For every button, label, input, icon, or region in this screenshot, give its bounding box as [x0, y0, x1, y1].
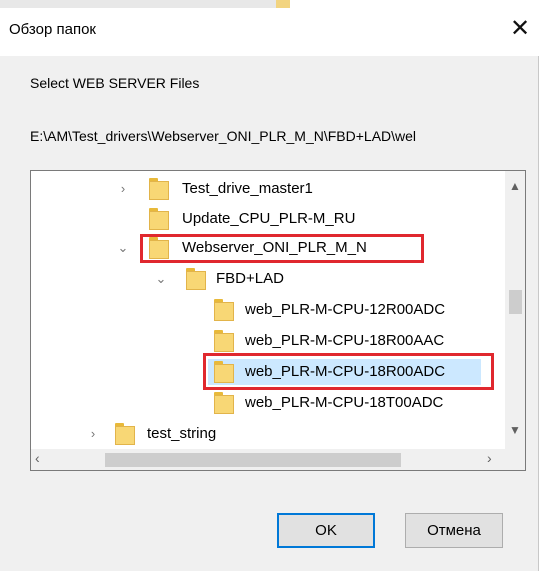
folder-icon — [149, 208, 169, 230]
tree-item-label: Test_drive_master1 — [182, 180, 313, 197]
background-window-strip — [0, 0, 276, 8]
scroll-left-icon[interactable]: ‹ — [35, 450, 40, 466]
chevron-down-icon[interactable]: ⌄ — [116, 235, 130, 261]
tree-item-label: web_PLR-M-CPU-12R00ADC — [245, 301, 446, 318]
folder-icon — [214, 330, 234, 352]
horizontal-scrollbar[interactable]: ‹ › — [31, 449, 505, 470]
scroll-down-icon[interactable]: ▼ — [505, 423, 525, 437]
horizontal-scroll-thumb[interactable] — [105, 453, 401, 467]
dialog-description: Select WEB SERVER Files — [30, 75, 200, 91]
tree-item-label: Update_CPU_PLR-M_RU — [182, 210, 356, 227]
title-bar: Обзор папок ✕ — [0, 0, 539, 56]
scrollbar-corner — [505, 449, 525, 470]
highlight-box-webserver — [140, 234, 424, 263]
folder-icon — [149, 178, 169, 200]
folder-icon — [214, 299, 234, 321]
tree-item-label: test_string — [147, 425, 217, 442]
highlight-box-selected-folder — [203, 353, 494, 390]
chevron-right-icon[interactable]: › — [116, 176, 130, 202]
cancel-button[interactable]: Отмена — [405, 513, 503, 548]
selected-path: E:\AM\Test_drivers\Webserver_ONI_PLR_M_N… — [30, 128, 417, 144]
scroll-up-icon[interactable]: ▲ — [505, 179, 525, 193]
vertical-scrollbar[interactable]: ▲ ▼ — [505, 171, 525, 449]
tree-item-label: web_PLR-M-CPU-18T00ADC — [245, 394, 444, 411]
window-title: Обзор папок — [9, 21, 96, 38]
chevron-down-icon[interactable]: ⌄ — [154, 266, 168, 292]
folder-icon — [186, 268, 206, 290]
vertical-scroll-thumb[interactable] — [509, 290, 522, 314]
close-icon[interactable]: ✕ — [505, 14, 535, 44]
folder-icon — [115, 423, 135, 445]
ok-button[interactable]: OK — [277, 513, 375, 548]
scroll-right-icon[interactable]: › — [487, 450, 492, 466]
folder-tree[interactable]: › Test_drive_master1 Update_CPU_PLR-M_RU… — [30, 170, 526, 471]
folder-browser-dialog: Обзор папок ✕ Select WEB SERVER Files E:… — [0, 0, 539, 571]
chevron-right-icon[interactable]: › — [86, 421, 100, 447]
folder-icon — [214, 392, 234, 414]
tree-item-label: web_PLR-M-CPU-18R00AAC — [245, 332, 445, 349]
tree-item-label: FBD+LAD — [216, 270, 284, 287]
background-folder-icon — [276, 0, 290, 8]
